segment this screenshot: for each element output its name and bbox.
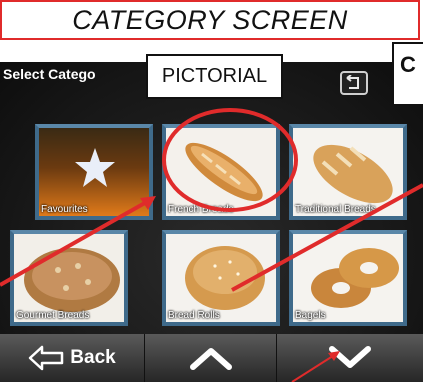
roll-icon bbox=[185, 246, 265, 310]
return-button[interactable] bbox=[340, 71, 368, 95]
category-label: Gourmet Breads bbox=[16, 310, 90, 321]
annotation-title-banner: CATEGORY SCREEN bbox=[0, 0, 420, 40]
category-tile-bread-rolls[interactable]: Bread Rolls bbox=[162, 230, 280, 326]
category-tile-traditional-breads[interactable]: Traditional Breads bbox=[289, 124, 407, 220]
back-label: Back bbox=[70, 347, 116, 368]
c-callout: C bbox=[392, 42, 423, 106]
category-label: Traditional Breads bbox=[295, 204, 376, 215]
c-label: C bbox=[400, 52, 416, 77]
category-label: Bread Rolls bbox=[168, 310, 220, 321]
baguette-icon bbox=[185, 142, 263, 202]
bagel-icon bbox=[311, 248, 399, 308]
round-loaf-icon bbox=[24, 248, 120, 312]
pictorial-label: PICTORIAL bbox=[161, 65, 268, 87]
star-icon bbox=[75, 148, 115, 187]
category-tile-bagels[interactable]: Bagels bbox=[289, 230, 407, 326]
category-label: Favourites bbox=[41, 204, 88, 215]
annotation-title: CATEGORY SCREEN bbox=[72, 4, 348, 35]
select-category-label: Select Catego bbox=[3, 66, 96, 82]
category-tile-french-breads[interactable]: French Breads bbox=[162, 124, 280, 220]
category-tile-favourites[interactable]: Favourites bbox=[35, 124, 153, 220]
scroll-down-button[interactable] bbox=[277, 334, 423, 382]
pictorial-callout: PICTORIAL bbox=[146, 54, 283, 99]
category-label: French Breads bbox=[168, 204, 234, 215]
category-label: Bagels bbox=[295, 310, 326, 321]
category-tile-gourmet-breads[interactable]: Gourmet Breads bbox=[10, 230, 128, 326]
loaf-icon bbox=[313, 144, 393, 204]
back-arrow-icon bbox=[29, 345, 64, 371]
scroll-up-button[interactable] bbox=[145, 334, 277, 382]
return-arrow-icon bbox=[346, 75, 359, 89]
back-button[interactable]: Back bbox=[0, 334, 145, 382]
chevron-down-icon bbox=[329, 346, 371, 368]
bottom-nav-bar: Back bbox=[0, 334, 423, 382]
chevron-up-icon bbox=[189, 348, 232, 370]
